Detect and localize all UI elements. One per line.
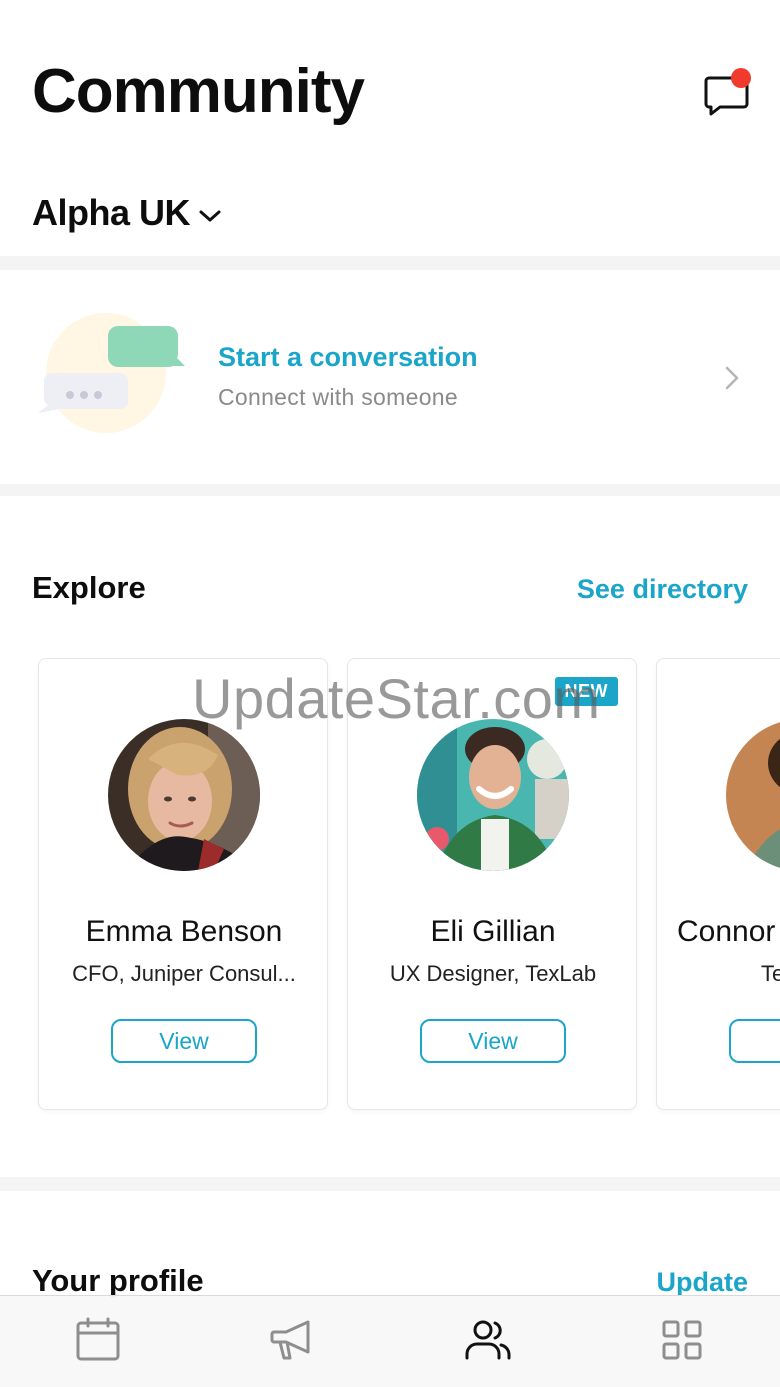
- megaphone-icon: [270, 1320, 310, 1360]
- view-button[interactable]: View: [111, 1019, 257, 1063]
- calendar-icon: [76, 1317, 120, 1361]
- tab-announcements[interactable]: [265, 1316, 321, 1364]
- chevron-right-icon: [725, 366, 739, 390]
- tab-community[interactable]: [460, 1316, 516, 1364]
- grid-icon: [662, 1320, 702, 1360]
- person-card[interactable]: Connor Te V: [656, 658, 780, 1110]
- person-card[interactable]: NEW Eli Gillian UX Designer, TexLab View: [347, 658, 637, 1110]
- page-title: Community: [32, 57, 365, 126]
- person-name: Eli Gillian: [430, 915, 556, 948]
- org-name: Alpha UK: [32, 192, 191, 233]
- tab-more[interactable]: [654, 1316, 710, 1364]
- section-divider: [0, 1177, 780, 1191]
- person-name: Emma Benson: [85, 915, 283, 948]
- start-conversation-card[interactable]: Start a conversation Connect with someon…: [0, 270, 780, 484]
- person-role: UX Designer, TexLab: [389, 961, 597, 986]
- people-icon: [465, 1320, 511, 1360]
- org-selector[interactable]: Alpha UK: [32, 192, 222, 234]
- explore-section: Explore See directory Emma Benson CFO, J…: [0, 496, 780, 1176]
- start-conversation-title: Start a conversation: [218, 342, 478, 372]
- see-directory-link[interactable]: See directory: [577, 574, 748, 605]
- person-card[interactable]: Emma Benson CFO, Juniper Consul... View: [38, 658, 328, 1110]
- view-button[interactable]: V: [729, 1019, 780, 1063]
- update-link[interactable]: Update: [656, 1267, 748, 1298]
- profile-title: Your profile: [32, 1263, 204, 1298]
- person-name: Connor: [677, 915, 776, 948]
- notification-dot: [731, 68, 751, 88]
- avatar: [417, 719, 569, 871]
- avatar: [108, 719, 260, 871]
- avatar: [726, 719, 780, 871]
- profile-section: Your profile Update: [0, 1191, 780, 1301]
- explore-title: Explore: [32, 570, 146, 605]
- new-badge: NEW: [554, 677, 618, 706]
- person-role: Te: [761, 961, 780, 986]
- header: Community Alpha UK: [0, 0, 780, 255]
- tab-calendar[interactable]: [70, 1316, 126, 1364]
- tab-bar: [0, 1295, 780, 1387]
- view-button[interactable]: View: [420, 1019, 566, 1063]
- conversation-illustration-icon: [38, 313, 185, 433]
- start-conversation-subtitle: Connect with someone: [218, 384, 458, 410]
- chevron-down-icon: [199, 210, 221, 222]
- person-role: CFO, Juniper Consul...: [72, 961, 296, 986]
- section-divider: [0, 256, 780, 270]
